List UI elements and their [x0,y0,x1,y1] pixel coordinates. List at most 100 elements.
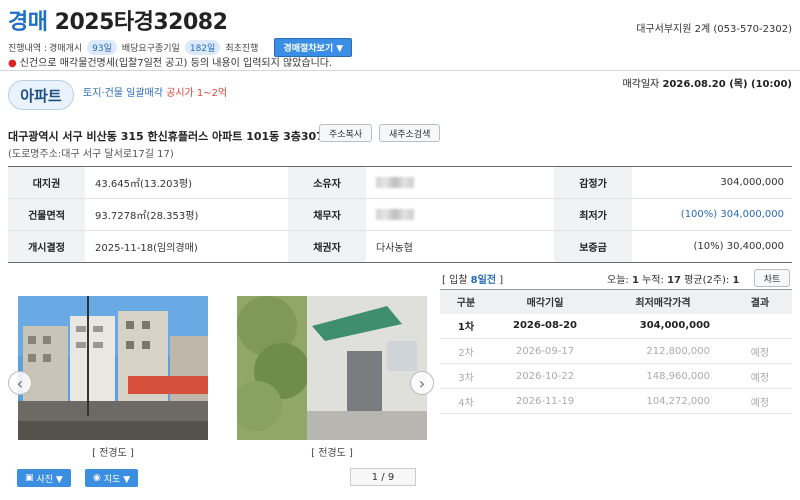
avg-label: 평균(2주): [680,275,733,286]
info-label: 최저가 [554,198,632,231]
info-label: 개시결정 [8,230,85,263]
info-label: 감정가 [554,166,632,199]
map-button[interactable]: ◉ 지도 ▼ [85,469,139,487]
view-stats: 오늘: 1 누적: 17 평균(2주): 1 [607,271,739,286]
table-row: 4차 2026-11-19 104,272,000 예정 [440,388,792,414]
bid-days: 8일전 [470,275,497,286]
price-range: 공시가 1~2억 [166,88,228,99]
photo-caption: [ 전경도 ] [92,448,134,459]
total-count: 17 [667,275,681,286]
notice-text: 신건으로 매각물건명세(입찰7일전 공고) 등의 내용이 입력되지 않았습니다. [19,58,333,69]
info-value: 2025-11-18(임의경매) [95,243,198,254]
road-address: (도로명주소:대구 서구 달서로17길 17) [8,149,174,160]
owner-value [366,166,554,199]
minimum-price-value: (100%) 304,000,000 [632,198,792,231]
photo-next-arrow-icon[interactable]: › [410,371,434,395]
result-cell: 예정 [728,363,792,389]
photo-pager: 1 / 9 [350,468,416,486]
total-label: 누적: [638,275,668,286]
round-cell: 3차 [440,363,492,389]
result-cell: 예정 [728,388,792,414]
chart-button[interactable]: 차트 [754,269,790,287]
bid-suffix: ] [496,275,504,286]
table-row: 3차 2026-10-22 148,960,000 예정 [440,363,792,389]
appraisal-value: 304,000,000 [632,166,792,199]
column-header: 최저매각가격 [598,289,728,314]
photo-button[interactable]: ▣ 사진 ▼ [17,469,71,487]
masked-name [376,208,414,220]
sale-type: 토지·건물 일괄매각 공시가 1~2억 [83,84,227,99]
auction-date-value: 2026.08.20 (목) (10:00) [662,79,792,90]
info-label: 채무자 [288,198,366,231]
date-cell: 2026-11-19 [492,388,598,414]
photo-button-label: 사진 ▼ [36,474,63,485]
deposit-value: (10%) 30,400,000 [693,241,784,252]
deadline-days-badge: 182일 [184,40,221,55]
price-cell: 104,272,000 [598,388,728,414]
photo-prev-arrow-icon[interactable]: ‹ [8,371,32,395]
avg-count: 1 [732,275,740,286]
progress-label: 진행내역 : [8,44,48,54]
case-title: 경매 2025타경32082 [8,4,228,36]
new-address-search-button[interactable]: 새주소검색 [379,124,441,142]
case-kind: 경매 [8,10,48,35]
auction-date-label: 매각일자 [622,79,660,90]
opening-days-badge: 93일 [87,40,117,55]
bullet-icon: ● [8,58,17,69]
status-text: 최초진행 [225,44,259,54]
masked-name [376,176,414,188]
camera-icon: ▣ [25,473,34,483]
round-cell: 1차 [440,313,492,339]
price-cell: 148,960,000 [598,363,728,389]
today-label: 오늘: [607,275,632,286]
map-pin-icon: ◉ [93,473,101,483]
info-label: 대지권 [8,166,85,199]
table-row: 1차 2026-08-20 304,000,000 [440,313,792,339]
photo-exterior-1[interactable] [18,296,208,440]
info-label: 채권자 [288,230,366,263]
result-cell: 예정 [728,338,792,364]
photo-caption: [ 전경도 ] [311,448,353,459]
info-label: 건물면적 [8,198,85,231]
info-row: 건물면적 93.7278㎡(28.353평) 채무자 최저가 (100%) 30… [8,198,792,231]
column-header: 매각기일 [492,289,598,314]
rounds-header-row: 구분 매각기일 최저매각가격 결과 [440,289,792,314]
price-cell: 304,000,000 [598,313,728,339]
round-cell: 2차 [440,338,492,364]
debtor-value [366,198,554,231]
column-header: 구분 [440,289,492,314]
result-cell [728,313,792,339]
sale-type-text: 토지·건물 일괄매각 [83,88,163,99]
info-row: 개시결정 2025-11-18(임의경매) 채권자 다사농협 보증금 (10%)… [8,230,792,263]
column-header: 결과 [728,289,792,314]
notice: ● 신건으로 매각물건명세(입찰7일전 공고) 등의 내용이 입력되지 않았습니다… [8,54,332,69]
court-info: 대구서부지원 2계 (053-570-2302) [636,24,792,35]
photo-exterior-2[interactable] [237,296,427,440]
case-number: 2025타경32082 [54,10,228,35]
bid-countdown: [ 입찰 8일전 ] [442,271,503,286]
bid-prefix: [ 입찰 [442,275,471,286]
deadline-label: 배당요구종기일 [121,44,180,54]
round-cell: 4차 [440,388,492,414]
creditor-value: 다사농협 [376,243,413,254]
info-value: 43.645㎡(13.203평) [85,166,288,199]
today-count: 1 [631,275,639,286]
divider [0,70,800,71]
auction-date: 매각일자 2026.08.20 (목) (10:00) [622,75,792,90]
info-value: 93.7278㎡(28.353평) [85,198,288,231]
info-label: 보증금 [554,230,632,263]
table-row: 2차 2026-09-17 212,800,000 예정 [440,338,792,364]
date-cell: 2026-09-17 [492,338,598,364]
property-address: 대구광역시 서구 비산동 315 한신휴플러스 아파트 101동 3층307호 [8,130,334,143]
property-type-badge: 아파트 [8,80,74,110]
copy-address-button[interactable]: 주소복사 [319,124,373,142]
opening-label: 경매개시 [49,44,83,54]
info-row: 대지권 43.645㎡(13.203평) 소유자 감정가 304,000,000 [8,166,792,199]
info-table: 대지권 43.645㎡(13.203평) 소유자 감정가 304,000,000… [8,166,792,263]
date-cell: 2026-08-20 [492,313,598,339]
info-label: 소유자 [288,166,366,199]
date-cell: 2026-10-22 [492,363,598,389]
map-button-label: 지도 ▼ [103,474,131,485]
auction-rounds-table: 구분 매각기일 최저매각가격 결과 1차 2026-08-20 304,000,… [440,289,792,414]
price-cell: 212,800,000 [598,338,728,364]
